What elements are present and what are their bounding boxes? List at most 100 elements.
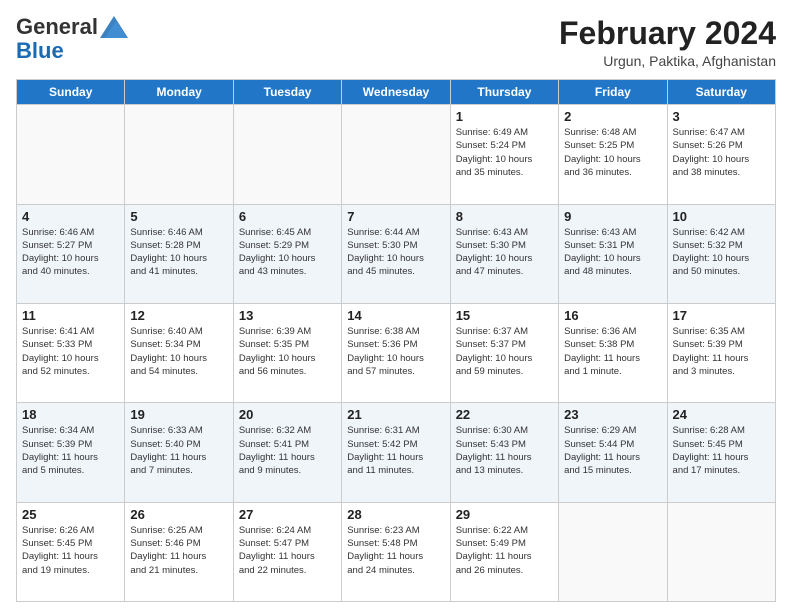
day-info: Sunrise: 6:26 AM Sunset: 5:45 PM Dayligh…	[22, 524, 119, 577]
day-number: 6	[239, 209, 336, 224]
day-info: Sunrise: 6:30 AM Sunset: 5:43 PM Dayligh…	[456, 424, 553, 477]
day-number: 7	[347, 209, 444, 224]
day-number: 21	[347, 407, 444, 422]
header-saturday: Saturday	[667, 80, 775, 105]
logo-icon	[100, 16, 128, 38]
calendar-day-cell: 21 Sunrise: 6:31 AM Sunset: 5:42 PM Dayli…	[342, 403, 450, 502]
header-tuesday: Tuesday	[233, 80, 341, 105]
header-thursday: Thursday	[450, 80, 558, 105]
calendar-week-row-3: 18 Sunrise: 6:34 AM Sunset: 5:39 PM Dayli…	[17, 403, 776, 502]
calendar-day-cell	[233, 105, 341, 204]
day-number: 19	[130, 407, 227, 422]
day-info: Sunrise: 6:35 AM Sunset: 5:39 PM Dayligh…	[673, 325, 770, 378]
day-info: Sunrise: 6:24 AM Sunset: 5:47 PM Dayligh…	[239, 524, 336, 577]
day-info: Sunrise: 6:25 AM Sunset: 5:46 PM Dayligh…	[130, 524, 227, 577]
calendar-day-cell	[667, 502, 775, 601]
calendar-day-cell	[125, 105, 233, 204]
calendar-day-cell: 10Sunrise: 6:42 AM Sunset: 5:32 PM Dayli…	[667, 204, 775, 303]
calendar-day-cell: 22 Sunrise: 6:30 AM Sunset: 5:43 PM Dayli…	[450, 403, 558, 502]
calendar-day-cell: 14 Sunrise: 6:38 AM Sunset: 5:36 PM Dayli…	[342, 303, 450, 402]
day-info: Sunrise: 6:43 AM Sunset: 5:31 PM Dayligh…	[564, 226, 661, 279]
day-info: Sunrise: 6:47 AM Sunset: 5:26 PM Dayligh…	[673, 126, 770, 179]
calendar-week-row-1: 4 Sunrise: 6:46 AM Sunset: 5:27 PM Daylig…	[17, 204, 776, 303]
day-info: Sunrise: 6:43 AM Sunset: 5:30 PM Dayligh…	[456, 226, 553, 279]
logo-blue-text: Blue	[16, 38, 64, 64]
day-number: 27	[239, 507, 336, 522]
calendar-week-row-2: 11Sunrise: 6:41 AM Sunset: 5:33 PM Dayli…	[17, 303, 776, 402]
day-number: 5	[130, 209, 227, 224]
calendar-day-cell: 8 Sunrise: 6:43 AM Sunset: 5:30 PM Daylig…	[450, 204, 558, 303]
day-number: 1	[456, 109, 553, 124]
calendar-day-cell: 13Sunrise: 6:39 AM Sunset: 5:35 PM Dayli…	[233, 303, 341, 402]
day-info: Sunrise: 6:32 AM Sunset: 5:41 PM Dayligh…	[239, 424, 336, 477]
day-info: Sunrise: 6:48 AM Sunset: 5:25 PM Dayligh…	[564, 126, 661, 179]
calendar-day-cell	[17, 105, 125, 204]
calendar-day-cell: 11Sunrise: 6:41 AM Sunset: 5:33 PM Dayli…	[17, 303, 125, 402]
day-info: Sunrise: 6:29 AM Sunset: 5:44 PM Dayligh…	[564, 424, 661, 477]
calendar-day-cell: 12 Sunrise: 6:40 AM Sunset: 5:34 PM Dayli…	[125, 303, 233, 402]
day-info: Sunrise: 6:37 AM Sunset: 5:37 PM Dayligh…	[456, 325, 553, 378]
calendar-day-cell: 9Sunrise: 6:43 AM Sunset: 5:31 PM Daylig…	[559, 204, 667, 303]
calendar-day-cell: 4 Sunrise: 6:46 AM Sunset: 5:27 PM Daylig…	[17, 204, 125, 303]
day-number: 12	[130, 308, 227, 323]
header-sunday: Sunday	[17, 80, 125, 105]
day-number: 28	[347, 507, 444, 522]
calendar-day-cell: 6Sunrise: 6:45 AM Sunset: 5:29 PM Daylig…	[233, 204, 341, 303]
calendar-day-cell: 2 Sunrise: 6:48 AM Sunset: 5:25 PM Daylig…	[559, 105, 667, 204]
day-info: Sunrise: 6:28 AM Sunset: 5:45 PM Dayligh…	[673, 424, 770, 477]
day-number: 14	[347, 308, 444, 323]
day-info: Sunrise: 6:40 AM Sunset: 5:34 PM Dayligh…	[130, 325, 227, 378]
day-info: Sunrise: 6:31 AM Sunset: 5:42 PM Dayligh…	[347, 424, 444, 477]
calendar-day-cell: 27 Sunrise: 6:24 AM Sunset: 5:47 PM Dayli…	[233, 502, 341, 601]
header: General Blue February 2024 Urgun, Paktik…	[16, 16, 776, 69]
day-info: Sunrise: 6:34 AM Sunset: 5:39 PM Dayligh…	[22, 424, 119, 477]
calendar-day-cell: 18 Sunrise: 6:34 AM Sunset: 5:39 PM Dayli…	[17, 403, 125, 502]
calendar-day-cell: 3Sunrise: 6:47 AM Sunset: 5:26 PM Daylig…	[667, 105, 775, 204]
calendar-table: Sunday Monday Tuesday Wednesday Thursday…	[16, 79, 776, 602]
day-info: Sunrise: 6:44 AM Sunset: 5:30 PM Dayligh…	[347, 226, 444, 279]
day-number: 22	[456, 407, 553, 422]
day-number: 8	[456, 209, 553, 224]
day-number: 20	[239, 407, 336, 422]
day-number: 11	[22, 308, 119, 323]
title-block: February 2024 Urgun, Paktika, Afghanista…	[559, 16, 776, 69]
day-number: 15	[456, 308, 553, 323]
day-info: Sunrise: 6:46 AM Sunset: 5:27 PM Dayligh…	[22, 226, 119, 279]
day-info: Sunrise: 6:38 AM Sunset: 5:36 PM Dayligh…	[347, 325, 444, 378]
day-number: 23	[564, 407, 661, 422]
day-number: 29	[456, 507, 553, 522]
calendar-week-row-0: 1 Sunrise: 6:49 AM Sunset: 5:24 PM Daylig…	[17, 105, 776, 204]
calendar-day-cell	[559, 502, 667, 601]
day-info: Sunrise: 6:49 AM Sunset: 5:24 PM Dayligh…	[456, 126, 553, 179]
month-title: February 2024	[559, 16, 776, 51]
calendar-day-cell: 26 Sunrise: 6:25 AM Sunset: 5:46 PM Dayli…	[125, 502, 233, 601]
calendar-week-row-4: 25 Sunrise: 6:26 AM Sunset: 5:45 PM Dayli…	[17, 502, 776, 601]
day-number: 18	[22, 407, 119, 422]
calendar-header-row: Sunday Monday Tuesday Wednesday Thursday…	[17, 80, 776, 105]
logo: General Blue	[16, 16, 128, 64]
calendar-day-cell: 29 Sunrise: 6:22 AM Sunset: 5:49 PM Dayli…	[450, 502, 558, 601]
day-number: 25	[22, 507, 119, 522]
header-monday: Monday	[125, 80, 233, 105]
logo-general-text: General	[16, 16, 98, 38]
header-wednesday: Wednesday	[342, 80, 450, 105]
calendar-day-cell: 23 Sunrise: 6:29 AM Sunset: 5:44 PM Dayli…	[559, 403, 667, 502]
calendar-day-cell: 20 Sunrise: 6:32 AM Sunset: 5:41 PM Dayli…	[233, 403, 341, 502]
calendar-day-cell: 5Sunrise: 6:46 AM Sunset: 5:28 PM Daylig…	[125, 204, 233, 303]
day-number: 24	[673, 407, 770, 422]
header-friday: Friday	[559, 80, 667, 105]
day-number: 26	[130, 507, 227, 522]
day-number: 2	[564, 109, 661, 124]
day-number: 4	[22, 209, 119, 224]
calendar-day-cell: 17Sunrise: 6:35 AM Sunset: 5:39 PM Dayli…	[667, 303, 775, 402]
calendar-day-cell: 25 Sunrise: 6:26 AM Sunset: 5:45 PM Dayli…	[17, 502, 125, 601]
day-info: Sunrise: 6:22 AM Sunset: 5:49 PM Dayligh…	[456, 524, 553, 577]
day-number: 16	[564, 308, 661, 323]
calendar-day-cell: 15 Sunrise: 6:37 AM Sunset: 5:37 PM Dayli…	[450, 303, 558, 402]
location-title: Urgun, Paktika, Afghanistan	[559, 53, 776, 69]
calendar-day-cell	[342, 105, 450, 204]
calendar-day-cell: 24 Sunrise: 6:28 AM Sunset: 5:45 PM Dayli…	[667, 403, 775, 502]
page: General Blue February 2024 Urgun, Paktik…	[0, 0, 792, 612]
day-info: Sunrise: 6:42 AM Sunset: 5:32 PM Dayligh…	[673, 226, 770, 279]
day-info: Sunrise: 6:33 AM Sunset: 5:40 PM Dayligh…	[130, 424, 227, 477]
